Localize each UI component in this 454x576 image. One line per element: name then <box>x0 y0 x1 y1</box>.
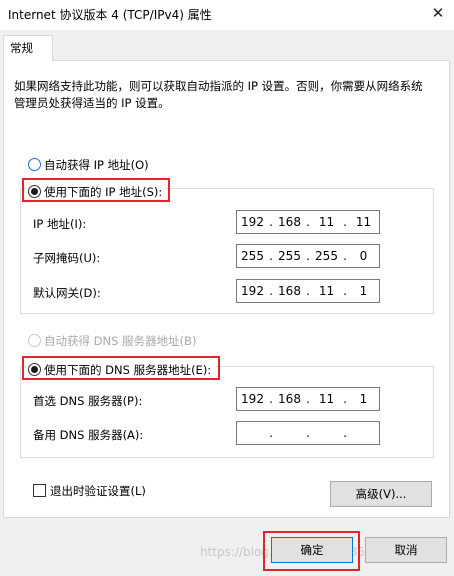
ip-octet: 192 <box>241 284 264 298</box>
default-gateway-label: 默认网关(D): <box>33 286 101 300</box>
ip-address-input[interactable]: 192. 168. 11. 11 <box>236 210 380 234</box>
alternate-dns-input[interactable]: . . . <box>236 421 380 445</box>
ip-octet: 255 <box>315 249 338 263</box>
cancel-button[interactable]: 取消 <box>365 537 447 563</box>
ip-octet: 11 <box>318 215 335 229</box>
validate-checkbox[interactable] <box>33 484 46 497</box>
ip-octet: 11 <box>355 215 372 229</box>
ip-octet: 168 <box>278 215 301 229</box>
ip-octet <box>348 422 379 444</box>
ip-octet <box>274 422 305 444</box>
alternate-dns-label: 备用 DNS 服务器(A): <box>33 428 144 442</box>
subnet-mask-label: 子网掩码(U): <box>33 251 101 265</box>
description-text: 如果网络支持此功能，则可以获取自动指派的 IP 设置。否则，你需要从网络系统管理… <box>14 79 423 110</box>
preferred-dns-input[interactable]: 192. 168. 11. 1 <box>236 387 380 411</box>
default-gateway-input[interactable]: 192. 168. 11. 1 <box>236 279 380 303</box>
ip-octet <box>237 422 268 444</box>
ip-octet: 1 <box>359 284 368 298</box>
preferred-dns-label: 首选 DNS 服务器(P): <box>33 394 143 408</box>
ip-octet: 0 <box>359 249 368 263</box>
ip-octet: 255 <box>241 249 264 263</box>
highlight-box-ip <box>22 178 170 202</box>
ip-octet: 168 <box>278 284 301 298</box>
advanced-button[interactable]: 高级(V)... <box>330 481 432 507</box>
ip-octet <box>311 422 342 444</box>
ip-octet: 11 <box>318 284 335 298</box>
highlight-box-ok <box>263 531 360 571</box>
tab-general[interactable]: 常规 <box>3 35 53 61</box>
ip-octet: 11 <box>318 392 335 406</box>
radio-auto-ip-label: 自动获得 IP 地址(O) <box>44 158 149 172</box>
ip-octet: 168 <box>278 392 301 406</box>
ip-address-label: IP 地址(I): <box>33 217 87 231</box>
close-icon[interactable]: ✕ <box>428 3 448 23</box>
radio-auto-dns-label: 自动获得 DNS 服务器地址(B) <box>44 334 197 348</box>
ip-octet: 255 <box>278 249 301 263</box>
radio-auto-dns[interactable] <box>28 334 41 347</box>
validate-checkbox-label: 退出时验证设置(L) <box>50 484 146 498</box>
ip-octet: 192 <box>241 215 264 229</box>
ip-octet: 192 <box>241 392 264 406</box>
ip-octet: 1 <box>359 392 368 406</box>
subnet-mask-input[interactable]: 255. 255. 255. 0 <box>236 244 380 268</box>
highlight-box-dns <box>22 356 220 380</box>
window-title: Internet 协议版本 4 (TCP/IPv4) 属性 <box>8 8 212 22</box>
radio-auto-ip[interactable] <box>28 158 41 171</box>
